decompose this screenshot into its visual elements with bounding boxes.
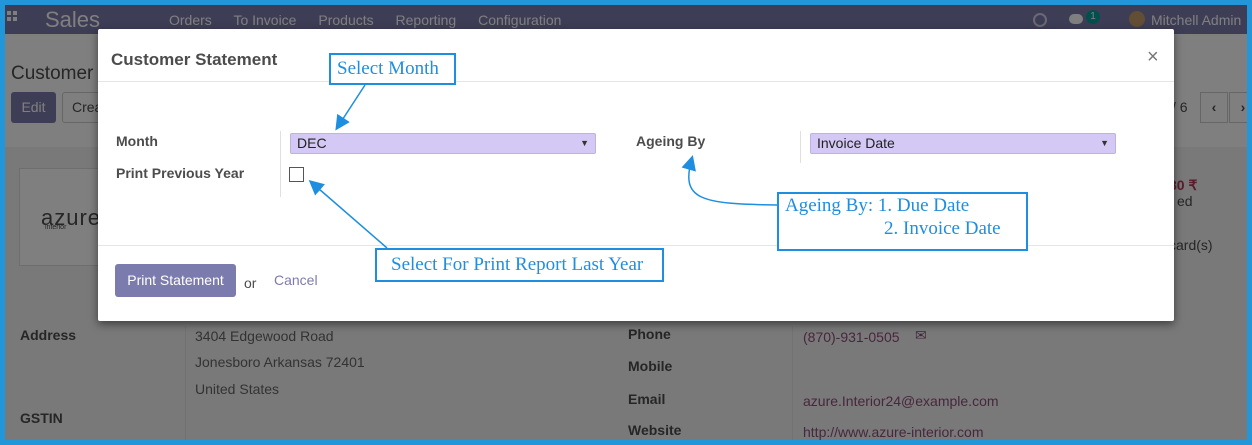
select-month-arrow <box>335 84 366 131</box>
annotation-arrows <box>308 84 779 249</box>
print-last-year-arrow <box>308 180 388 249</box>
annotation-ageing-by: Ageing By: 1. Due Date 2. Invoice Date <box>777 192 1028 251</box>
ageing-arrow <box>681 155 779 206</box>
annotation-ageing-line-2: 2. Invoice Date <box>884 218 1001 239</box>
annotation-ageing-line-1: Ageing By: 1. Due Date <box>785 195 970 216</box>
annotation-print-last-year: Select For Print Report Last Year <box>375 248 664 282</box>
annotation-select-month: Select Month <box>329 53 456 85</box>
